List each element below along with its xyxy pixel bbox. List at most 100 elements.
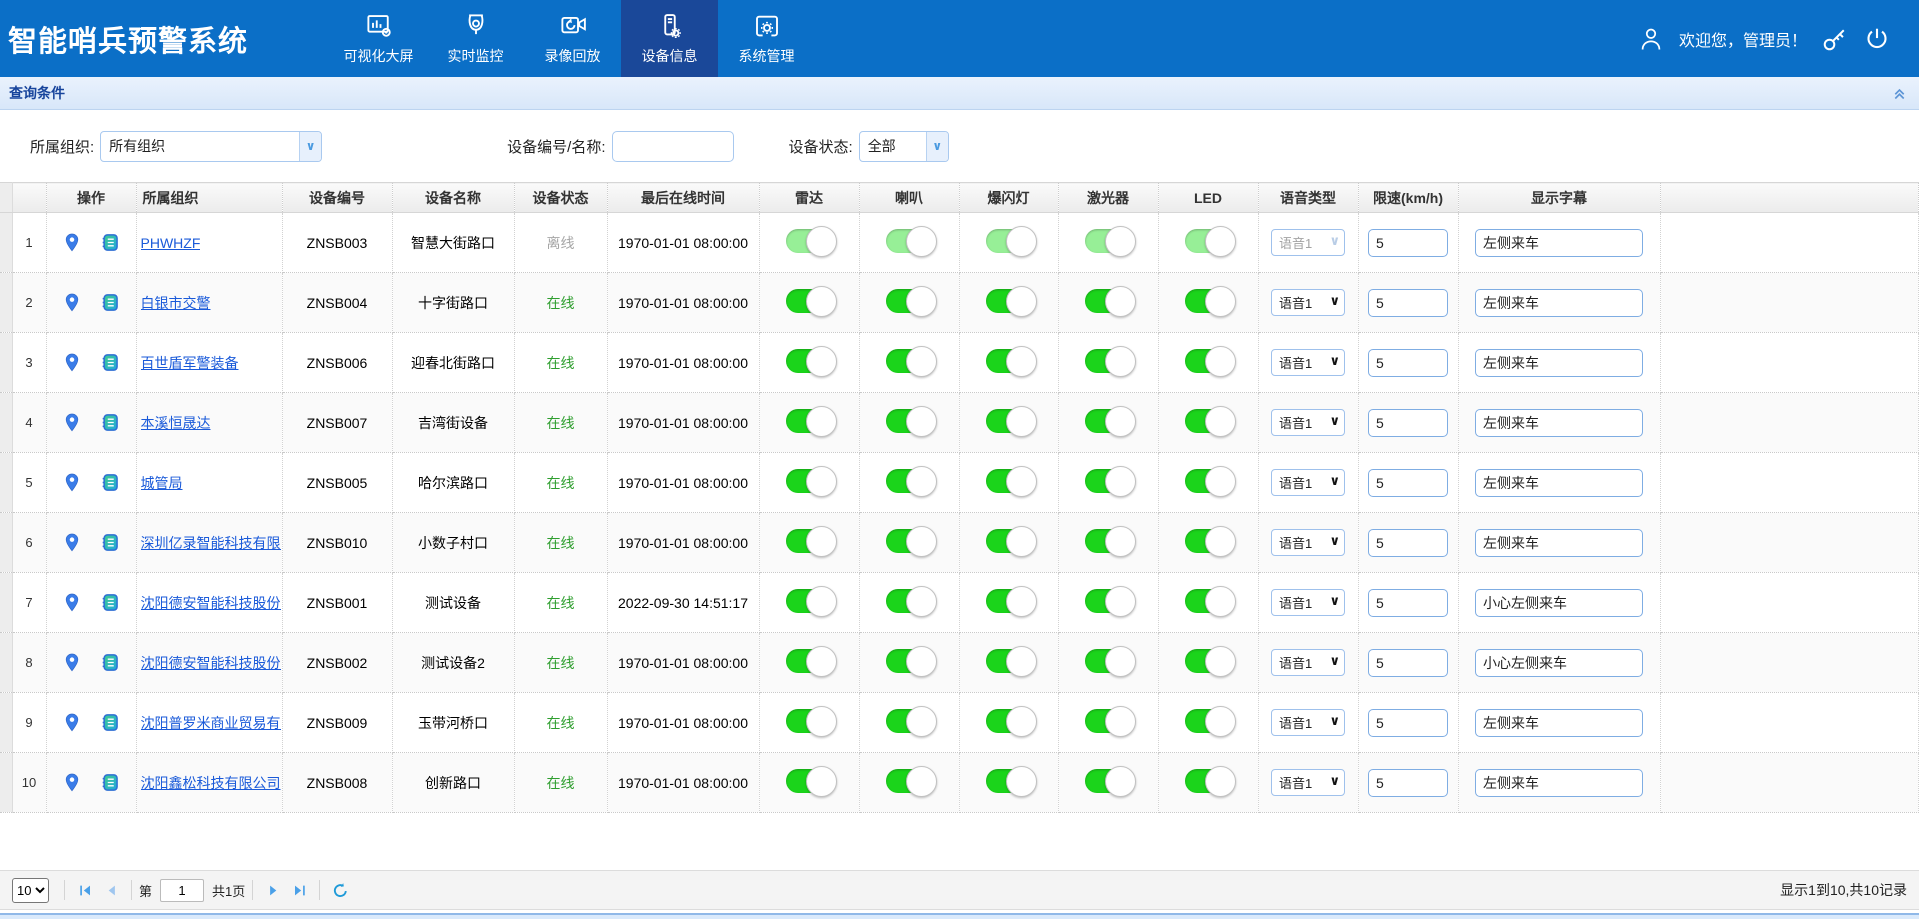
subtitle-input[interactable] — [1475, 709, 1643, 737]
key-icon[interactable] — [1821, 25, 1849, 53]
org-link[interactable]: 白银市交警 — [141, 293, 211, 313]
led-toggle[interactable] — [1185, 469, 1231, 493]
led-toggle[interactable] — [1185, 349, 1231, 373]
detail-log-icon[interactable] — [100, 712, 120, 733]
locate-pin-icon[interactable] — [62, 352, 82, 373]
locate-pin-icon[interactable] — [62, 652, 82, 673]
subtitle-input[interactable] — [1475, 349, 1643, 377]
voice-type-select[interactable]: 语音1 ∨ — [1271, 649, 1345, 676]
org-filter-select[interactable]: 所有组织 ∨ — [100, 131, 322, 162]
strobe-toggle[interactable] — [986, 589, 1032, 613]
nav-item-system-manage[interactable]: 系统管理 — [718, 0, 815, 77]
led-toggle[interactable] — [1185, 529, 1231, 553]
radar-toggle[interactable] — [786, 589, 832, 613]
page-number-input[interactable] — [160, 879, 204, 902]
collapse-icon[interactable] — [1892, 86, 1907, 101]
radar-toggle[interactable] — [786, 469, 832, 493]
radar-toggle[interactable] — [786, 289, 832, 313]
org-link[interactable]: 沈阳德安智能科技股份有 — [141, 593, 281, 613]
horn-toggle[interactable] — [886, 769, 932, 793]
org-link[interactable]: 深圳亿录智能科技有限公 — [141, 533, 281, 553]
voice-type-select[interactable]: 语音1 ∨ — [1271, 469, 1345, 496]
laser-toggle[interactable] — [1085, 409, 1131, 433]
speed-limit-input[interactable] — [1368, 349, 1448, 377]
subtitle-input[interactable] — [1475, 469, 1643, 497]
radar-toggle[interactable] — [786, 409, 832, 433]
org-link[interactable]: 本溪恒晟达 — [141, 413, 211, 433]
detail-log-icon[interactable] — [100, 292, 120, 313]
strobe-toggle[interactable] — [986, 649, 1032, 673]
laser-toggle[interactable] — [1085, 229, 1131, 253]
laser-toggle[interactable] — [1085, 709, 1131, 733]
radar-toggle[interactable] — [786, 529, 832, 553]
detail-log-icon[interactable] — [100, 412, 120, 433]
speed-limit-input[interactable] — [1368, 229, 1448, 257]
strobe-toggle[interactable] — [986, 349, 1032, 373]
strobe-toggle[interactable] — [986, 529, 1032, 553]
detail-log-icon[interactable] — [100, 652, 120, 673]
nav-item-playback[interactable]: 录像回放 — [524, 0, 621, 77]
voice-type-select[interactable]: 语音1 ∨ — [1271, 289, 1345, 316]
nav-item-live-monitor[interactable]: 实时监控 — [427, 0, 524, 77]
strobe-toggle[interactable] — [986, 469, 1032, 493]
led-toggle[interactable] — [1185, 229, 1231, 253]
radar-toggle[interactable] — [786, 349, 832, 373]
subtitle-input[interactable] — [1475, 589, 1643, 617]
radar-toggle[interactable] — [786, 769, 832, 793]
voice-type-select[interactable]: 语音1 ∨ — [1271, 409, 1345, 436]
subtitle-input[interactable] — [1475, 769, 1643, 797]
led-toggle[interactable] — [1185, 289, 1231, 313]
led-toggle[interactable] — [1185, 769, 1231, 793]
speed-limit-input[interactable] — [1368, 469, 1448, 497]
locate-pin-icon[interactable] — [62, 292, 82, 313]
voice-type-select[interactable]: 语音1 ∨ — [1271, 709, 1345, 736]
first-page-button[interactable] — [75, 880, 95, 900]
status-filter-select[interactable]: 全部 ∨ — [859, 131, 949, 162]
speed-limit-input[interactable] — [1368, 289, 1448, 317]
horn-toggle[interactable] — [886, 229, 932, 253]
subtitle-input[interactable] — [1475, 409, 1643, 437]
locate-pin-icon[interactable] — [62, 772, 82, 793]
laser-toggle[interactable] — [1085, 349, 1131, 373]
page-size-select[interactable]: 10 — [12, 878, 49, 903]
org-link[interactable]: 城管局 — [141, 473, 183, 493]
horn-toggle[interactable] — [886, 469, 932, 493]
voice-type-select[interactable]: 语音1 ∨ — [1271, 529, 1345, 556]
laser-toggle[interactable] — [1085, 289, 1131, 313]
led-toggle[interactable] — [1185, 409, 1231, 433]
radar-toggle[interactable] — [786, 229, 832, 253]
locate-pin-icon[interactable] — [62, 472, 82, 493]
voice-type-select[interactable]: 语音1 ∨ — [1271, 229, 1345, 256]
nav-item-device-info[interactable]: 设备信息 — [621, 0, 718, 77]
refresh-icon[interactable] — [330, 880, 350, 900]
org-link[interactable]: 沈阳德安智能科技股份有 — [141, 653, 281, 673]
strobe-toggle[interactable] — [986, 769, 1032, 793]
horn-toggle[interactable] — [886, 529, 932, 553]
power-icon[interactable] — [1863, 25, 1891, 53]
radar-toggle[interactable] — [786, 709, 832, 733]
next-page-button[interactable] — [263, 880, 283, 900]
horn-toggle[interactable] — [886, 349, 932, 373]
voice-type-select[interactable]: 语音1 ∨ — [1271, 349, 1345, 376]
org-link[interactable]: 沈阳普罗米商业贸易有限 — [141, 713, 281, 733]
strobe-toggle[interactable] — [986, 709, 1032, 733]
detail-log-icon[interactable] — [100, 352, 120, 373]
laser-toggle[interactable] — [1085, 469, 1131, 493]
detail-log-icon[interactable] — [100, 592, 120, 613]
speed-limit-input[interactable] — [1368, 529, 1448, 557]
horn-toggle[interactable] — [886, 409, 932, 433]
strobe-toggle[interactable] — [986, 289, 1032, 313]
horn-toggle[interactable] — [886, 709, 932, 733]
locate-pin-icon[interactable] — [62, 412, 82, 433]
laser-toggle[interactable] — [1085, 589, 1131, 613]
subtitle-input[interactable] — [1475, 289, 1643, 317]
led-toggle[interactable] — [1185, 709, 1231, 733]
horn-toggle[interactable] — [886, 589, 932, 613]
detail-log-icon[interactable] — [100, 532, 120, 553]
strobe-toggle[interactable] — [986, 229, 1032, 253]
voice-type-select[interactable]: 语音1 ∨ — [1271, 769, 1345, 796]
speed-limit-input[interactable] — [1368, 769, 1448, 797]
locate-pin-icon[interactable] — [62, 592, 82, 613]
laser-toggle[interactable] — [1085, 769, 1131, 793]
device-filter-input[interactable] — [612, 131, 734, 162]
